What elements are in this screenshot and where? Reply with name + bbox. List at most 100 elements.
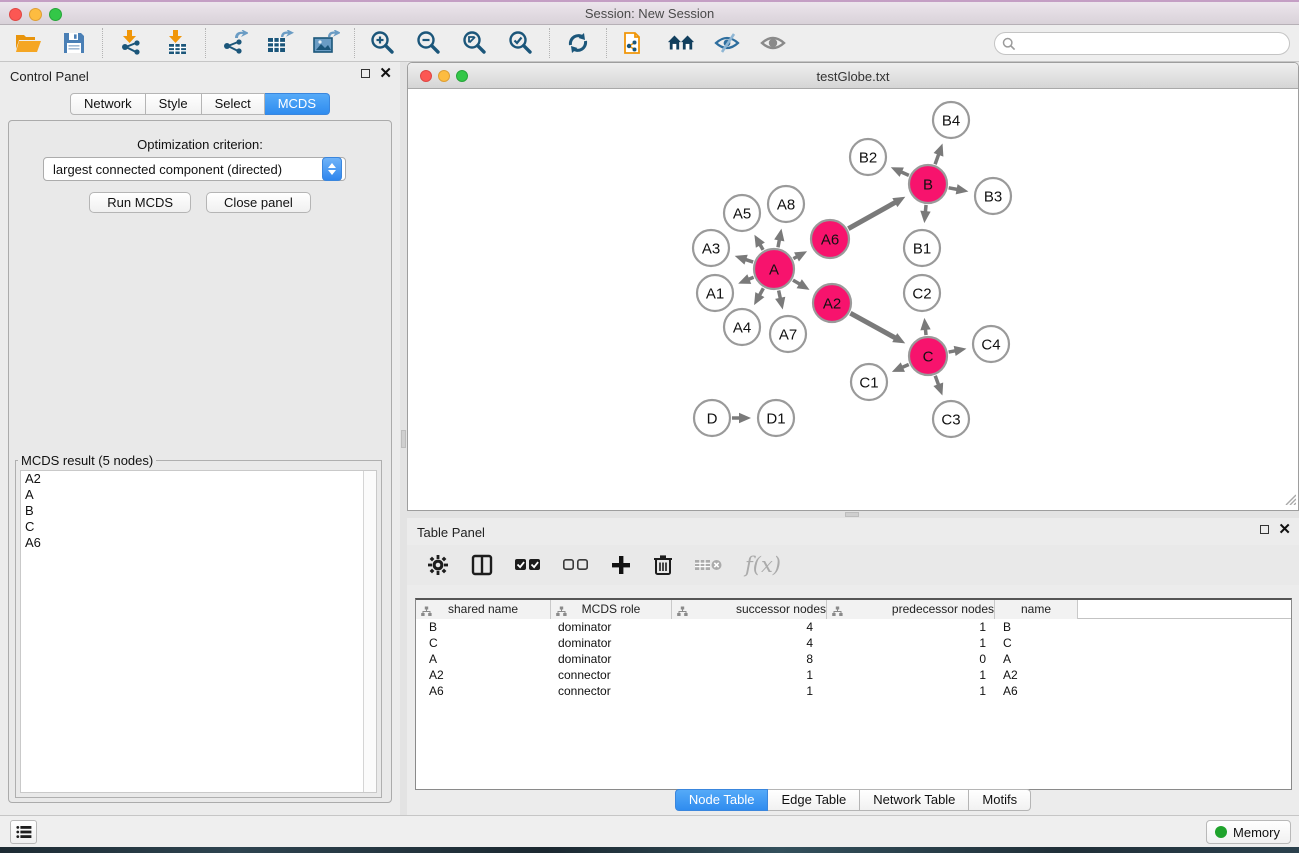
table-cell[interactable]: dominator	[551, 651, 672, 667]
search-input[interactable]	[1016, 35, 1289, 53]
horizontal-splitter-handle[interactable]	[845, 512, 859, 517]
graph-node-A1[interactable]: A1	[697, 275, 733, 311]
graph-node-B3[interactable]: B3	[975, 178, 1011, 214]
graph-node-C2[interactable]: C2	[904, 275, 940, 311]
search-field[interactable]	[994, 32, 1290, 55]
tab-network-table[interactable]: Network Table	[860, 789, 969, 811]
import-network-icon[interactable]	[117, 29, 145, 57]
column-header-successor-nodes[interactable]: successor nodes	[672, 600, 827, 619]
table-row[interactable]: A6connector11A6	[416, 683, 1291, 699]
tab-edge-table[interactable]: Edge Table	[768, 789, 860, 811]
column-header-name[interactable]: name	[995, 600, 1078, 619]
table-cell[interactable]: 4	[672, 635, 827, 651]
graph-node-A6[interactable]: A6	[811, 220, 849, 258]
criterion-dropdown[interactable]: largest connected component (directed)	[43, 157, 346, 181]
graph-node-B[interactable]: B	[909, 165, 947, 203]
graph-node-A[interactable]: A	[754, 249, 794, 289]
horizontal-splitter[interactable]	[407, 511, 1299, 518]
table-row[interactable]: Adominator80A	[416, 651, 1291, 667]
zoom-selected-icon[interactable]	[507, 29, 535, 57]
table-cell[interactable]: connector	[551, 683, 672, 699]
table-cell[interactable]: 8	[672, 651, 827, 667]
vertical-splitter-handle[interactable]	[401, 430, 406, 448]
result-item[interactable]: A	[21, 487, 376, 503]
graph-node-A2[interactable]: A2	[813, 284, 851, 322]
table-cell[interactable]: 1	[827, 635, 995, 651]
open-file-icon[interactable]	[14, 29, 42, 57]
table-cell[interactable]: 1	[827, 619, 995, 635]
network-canvas[interactable]: AA1A2A3A4A5A6A7A8BB1B2B3B4CC1C2C3C4DD1	[408, 89, 1298, 510]
graph-node-B1[interactable]: B1	[904, 230, 940, 266]
tab-style[interactable]: Style	[146, 93, 202, 115]
export-network-icon[interactable]	[220, 29, 248, 57]
table-cell[interactable]: 1	[827, 683, 995, 699]
export-table-icon[interactable]	[266, 29, 294, 57]
export-image-icon[interactable]	[312, 29, 340, 57]
graph-edge-A2-C[interactable]	[850, 313, 896, 338]
delete-column-icon[interactable]	[653, 550, 673, 580]
resize-grip-icon[interactable]	[1284, 493, 1296, 508]
dropdown-stepper-icon[interactable]	[322, 157, 342, 181]
close-panel-button[interactable]: Close panel	[206, 192, 311, 213]
tab-node-table[interactable]: Node Table	[675, 789, 769, 811]
float-panel-icon[interactable]	[361, 69, 370, 78]
table-cell[interactable]: C	[416, 635, 551, 651]
tab-network[interactable]: Network	[70, 93, 146, 115]
result-item[interactable]: C	[21, 519, 376, 535]
table-cell[interactable]: 4	[672, 619, 827, 635]
column-header-mcds-role[interactable]: MCDS role	[551, 600, 672, 619]
tab-select[interactable]: Select	[202, 93, 265, 115]
memory-button[interactable]: Memory	[1206, 820, 1291, 844]
table-cell[interactable]: A2	[416, 667, 551, 683]
table-cell[interactable]: A	[995, 651, 1078, 667]
table-cell[interactable]: A6	[995, 683, 1078, 699]
table-row[interactable]: Cdominator41C	[416, 635, 1291, 651]
import-table-icon[interactable]	[163, 29, 191, 57]
graph-node-A7[interactable]: A7	[770, 316, 806, 352]
table-cell[interactable]: A	[416, 651, 551, 667]
table-cell[interactable]: 1	[672, 683, 827, 699]
table-cell[interactable]: 1	[672, 667, 827, 683]
column-header-shared-name[interactable]: shared name	[416, 600, 551, 619]
save-session-icon[interactable]	[60, 29, 88, 57]
cybrowser-icon[interactable]	[667, 29, 695, 57]
graph-node-D[interactable]: D	[694, 400, 730, 436]
table-cell[interactable]: C	[995, 635, 1078, 651]
graph-node-C4[interactable]: C4	[973, 326, 1009, 362]
graph-node-B2[interactable]: B2	[850, 139, 886, 175]
table-cell[interactable]: connector	[551, 667, 672, 683]
table-cell[interactable]: A6	[416, 683, 551, 699]
zoom-out-icon[interactable]	[415, 29, 443, 57]
zoom-in-icon[interactable]	[369, 29, 397, 57]
column-header-predecessor-nodes[interactable]: predecessor nodes	[827, 600, 995, 619]
split-view-icon[interactable]	[471, 550, 493, 580]
graph-node-C3[interactable]: C3	[933, 401, 969, 437]
graph-node-D1[interactable]: D1	[758, 400, 794, 436]
hide-panel-icon[interactable]	[713, 29, 741, 57]
table-cell[interactable]: 1	[827, 667, 995, 683]
vertical-splitter[interactable]	[400, 62, 407, 815]
unselect-checks-icon[interactable]	[563, 550, 589, 580]
table-cell[interactable]: B	[416, 619, 551, 635]
apply-layout-icon[interactable]	[564, 29, 592, 57]
result-item[interactable]: A2	[21, 471, 376, 487]
result-item[interactable]: B	[21, 503, 376, 519]
graph-node-C[interactable]: C	[909, 337, 947, 375]
graph-node-A8[interactable]: A8	[768, 186, 804, 222]
close-panel-icon[interactable]: ✕	[379, 68, 392, 79]
graph-node-B4[interactable]: B4	[933, 102, 969, 138]
run-mcds-button[interactable]: Run MCDS	[89, 192, 191, 213]
task-history-button[interactable]	[10, 820, 37, 844]
tab-motifs[interactable]: Motifs	[969, 789, 1031, 811]
table-row[interactable]: Bdominator41B	[416, 619, 1291, 635]
graph-edge-A6-B[interactable]	[848, 202, 896, 229]
table-cell[interactable]: dominator	[551, 635, 672, 651]
table-cell[interactable]: dominator	[551, 619, 672, 635]
settings-gear-icon[interactable]	[427, 550, 449, 580]
select-checks-icon[interactable]	[515, 550, 541, 580]
result-item[interactable]: A6	[21, 535, 376, 551]
network-window-titlebar[interactable]: testGlobe.txt	[408, 63, 1298, 89]
graph-node-A3[interactable]: A3	[693, 230, 729, 266]
tab-mcds[interactable]: MCDS	[265, 93, 330, 115]
table-cell[interactable]: 0	[827, 651, 995, 667]
